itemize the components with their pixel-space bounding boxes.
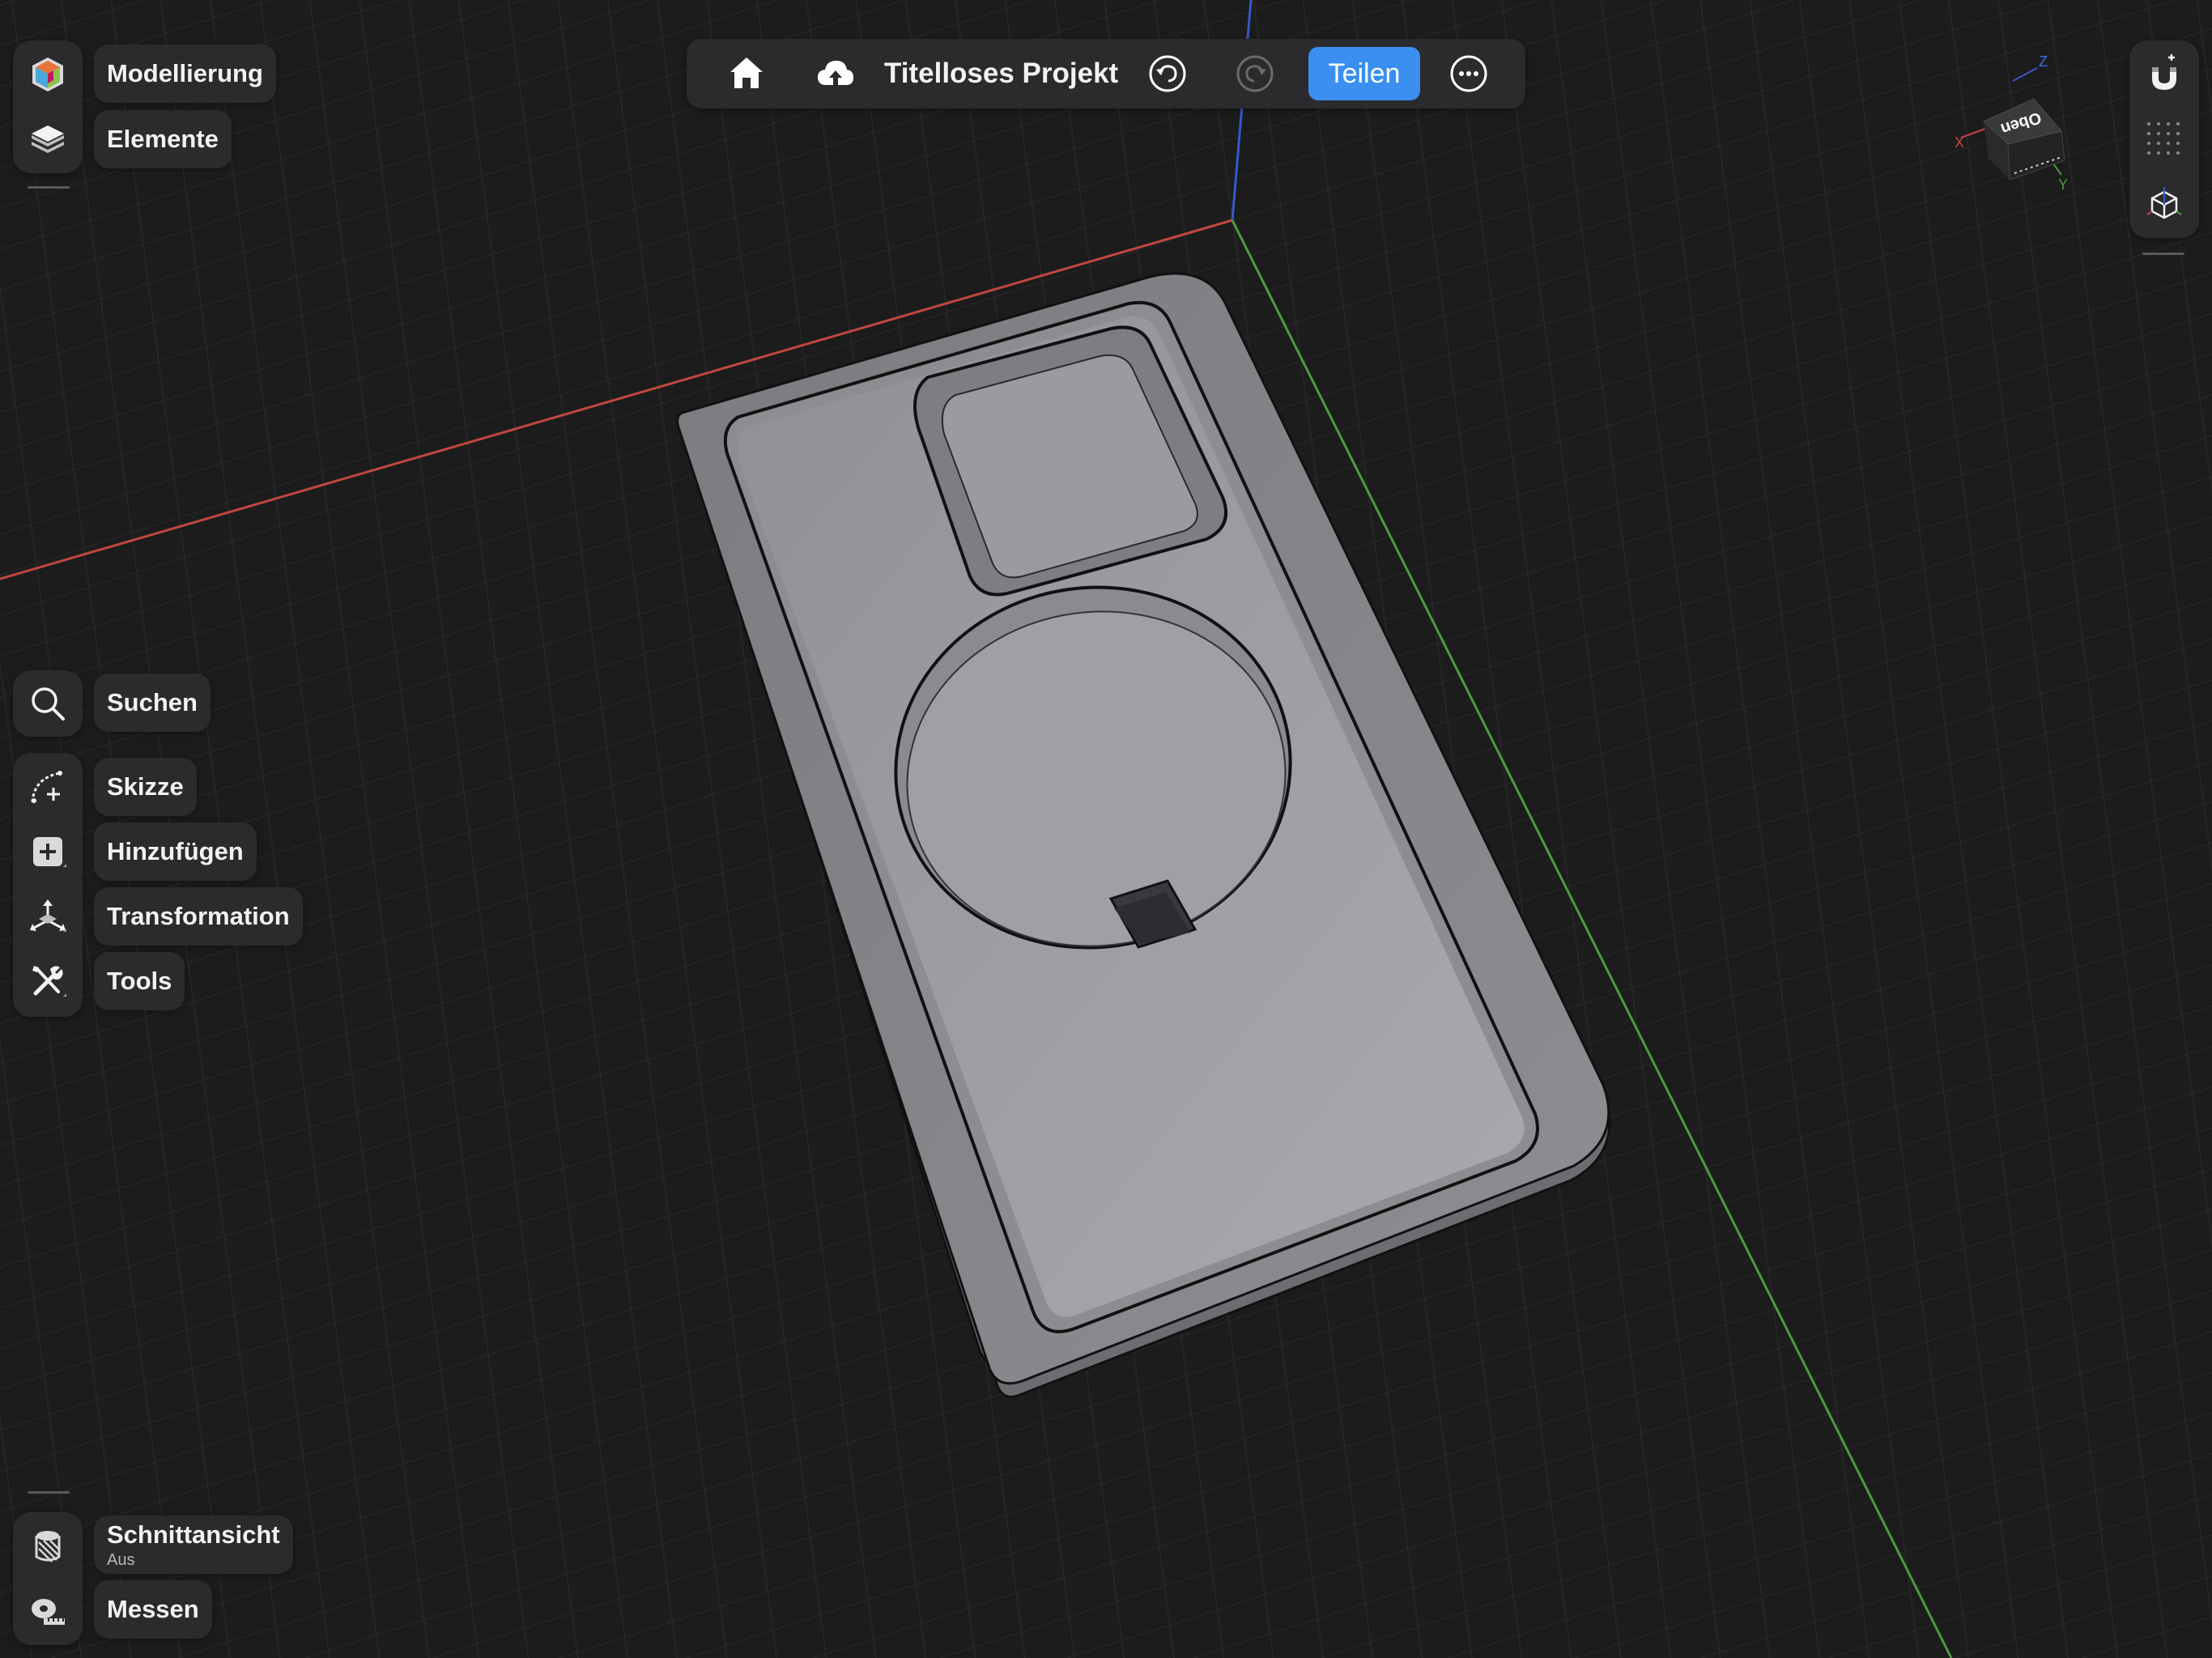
ellipsis-circle-icon [1450, 55, 1487, 92]
home-button[interactable] [722, 49, 771, 98]
home-icon [730, 57, 763, 88]
layers-icon [32, 125, 64, 153]
section-view-icon [35, 1531, 61, 1562]
view-cube-label-z: Z [2039, 53, 2048, 70]
search-button[interactable] [13, 671, 83, 736]
undo-icon [1149, 55, 1186, 92]
project-title[interactable]: Titelloses Projekt [884, 39, 1118, 108]
snap-button[interactable] [2129, 42, 2199, 107]
undo-button[interactable] [1143, 49, 1192, 98]
sketch-label[interactable]: Skizze [94, 758, 197, 816]
cloud-upload-button[interactable] [811, 49, 860, 98]
tools-button[interactable] [13, 949, 83, 1014]
redo-icon [1236, 55, 1274, 92]
magnet-icon [2152, 54, 2176, 90]
transform-button[interactable] [13, 884, 83, 949]
view-cube-label-x: X [1955, 134, 1964, 151]
tape-measure-icon [32, 1599, 65, 1625]
view-cube-label-y: Y [2058, 176, 2068, 193]
sketch-curve-icon [31, 771, 62, 803]
measure-label[interactable]: Messen [94, 1580, 212, 1639]
sketch-button[interactable] [13, 755, 83, 819]
search-strip [13, 670, 83, 737]
view-mode-button[interactable] [2129, 172, 2199, 236]
more-options-button[interactable] [1444, 49, 1493, 98]
grid-dots-icon [2147, 122, 2180, 155]
grid-button[interactable] [2129, 107, 2199, 172]
view-cube-axis-z [2012, 67, 2038, 82]
section-view-status: Aus [107, 1550, 135, 1569]
elements-label[interactable]: Elemente [94, 110, 232, 168]
top-toolbar: Titelloses Projekt Teilen [687, 39, 1525, 108]
transform-label[interactable]: Transformation [94, 887, 303, 946]
left-toolbar-divider-bottom [28, 1491, 70, 1494]
modeling-label[interactable]: Modellierung [94, 45, 276, 103]
section-view-label[interactable]: Schnittansicht Aus [94, 1516, 293, 1574]
wrench-screwdriver-icon [32, 966, 66, 997]
view-cube-icon [2146, 187, 2182, 219]
share-button[interactable]: Teilen [1308, 47, 1420, 100]
right-toolbar-divider [2142, 253, 2184, 255]
search-icon [32, 687, 65, 721]
modeling-cube-icon [32, 57, 63, 91]
left-toolbar-divider-top [28, 186, 70, 189]
add-button[interactable] [13, 819, 83, 884]
add-box-icon [33, 837, 66, 867]
modeling-button[interactable] [13, 42, 83, 107]
tools-label[interactable]: Tools [94, 952, 185, 1010]
transform-arrows-icon [30, 899, 66, 932]
cloud-upload-icon [818, 61, 853, 85]
search-label[interactable]: Suchen [94, 674, 211, 732]
redo-button[interactable] [1231, 49, 1279, 98]
left-toolbar-bottom [13, 1512, 83, 1645]
view-cube[interactable]: Oben Z X Y [1943, 53, 2081, 199]
left-toolbar-top [13, 40, 83, 173]
measure-button[interactable] [13, 1579, 83, 1643]
right-toolbar [2129, 40, 2199, 238]
section-view-button[interactable] [13, 1514, 83, 1579]
3d-viewport[interactable] [0, 0, 2212, 1658]
add-label[interactable]: Hinzufügen [94, 823, 257, 881]
left-toolbar-tools [13, 753, 83, 1017]
elements-button[interactable] [13, 107, 83, 172]
